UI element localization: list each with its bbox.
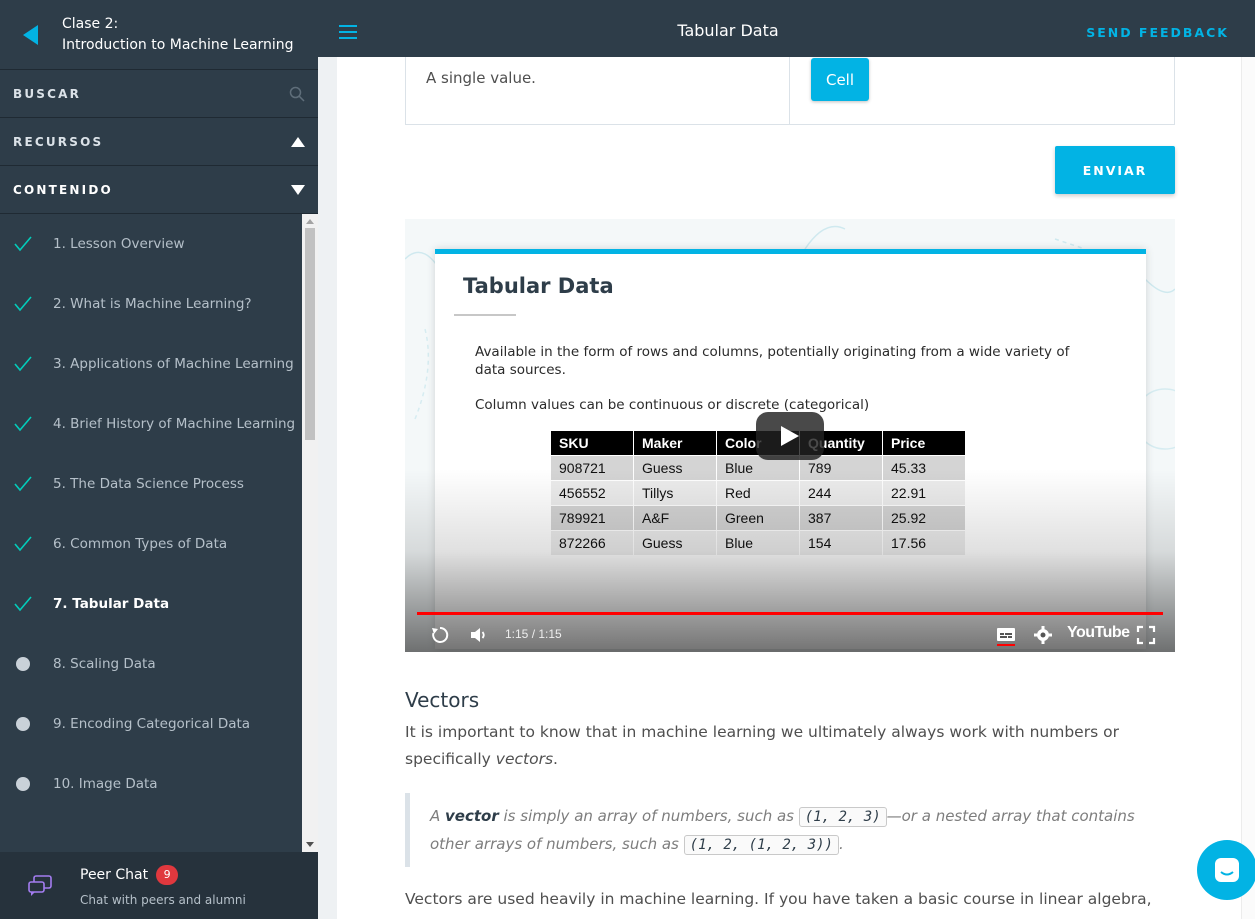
sidebar-scrollbar[interactable] bbox=[302, 214, 318, 852]
sidebar-item-label: 1. Lesson Overview bbox=[53, 236, 185, 252]
sidebar-item-label: 4. Brief History of Machine Learning bbox=[53, 416, 296, 432]
table-header-cell: SKU bbox=[550, 430, 634, 456]
progress-bar[interactable] bbox=[417, 612, 1163, 615]
sidebar-item-label: 3. Applications of Machine Learning bbox=[53, 356, 294, 372]
check-icon bbox=[14, 535, 32, 553]
search-icon[interactable] bbox=[289, 86, 305, 102]
check-icon bbox=[14, 235, 32, 253]
slide-divider bbox=[454, 314, 516, 316]
quiz-table: A single value. Cell bbox=[405, 57, 1175, 125]
captions-icon[interactable] bbox=[996, 625, 1016, 651]
sidebar-item[interactable]: 9. Encoding Categorical Data bbox=[0, 694, 302, 754]
scroll-thumb[interactable] bbox=[305, 228, 315, 440]
caret-down-icon bbox=[291, 184, 305, 195]
sidebar-item[interactable]: 5. The Data Science Process bbox=[0, 454, 302, 514]
slide-title: Tabular Data bbox=[463, 274, 614, 298]
sidebar: Clase 2: Introduction to Machine Learnin… bbox=[0, 0, 318, 919]
course-title: Clase 2: Introduction to Machine Learnin… bbox=[62, 14, 294, 56]
pending-dot-icon bbox=[14, 715, 32, 733]
quote-code-1: (1, 2, 3) bbox=[798, 807, 887, 827]
intercom-chat-button[interactable] bbox=[1197, 840, 1255, 900]
quote-strong: vector bbox=[445, 807, 499, 825]
blockquote: A vector is simply an array of numbers, … bbox=[405, 793, 1175, 867]
back-arrow-icon[interactable] bbox=[0, 0, 62, 70]
settings-gear-icon[interactable] bbox=[1033, 625, 1053, 649]
check-icon bbox=[14, 475, 32, 493]
paragraph-2: Vectors are used heavily in machine lear… bbox=[405, 890, 1152, 919]
play-icon bbox=[781, 426, 799, 446]
sidebar-item[interactable]: 8. Scaling Data bbox=[0, 634, 302, 694]
peer-chat-title: Peer Chat bbox=[80, 866, 149, 883]
section-heading: Vectors bbox=[405, 688, 480, 712]
check-icon bbox=[14, 415, 32, 433]
fullscreen-icon[interactable] bbox=[1136, 625, 1156, 649]
quote-code-2: (1, 2, (1, 2, 3)) bbox=[683, 835, 839, 855]
play-button[interactable] bbox=[756, 412, 824, 460]
resources-section[interactable]: RECURSOS bbox=[0, 118, 318, 166]
content-gutter bbox=[318, 57, 337, 919]
sidebar-item[interactable]: 1. Lesson Overview bbox=[0, 214, 302, 274]
sidebar-item-label: 6. Common Types of Data bbox=[53, 536, 228, 552]
sidebar-item-label: 8. Scaling Data bbox=[53, 656, 156, 672]
pending-dot-icon bbox=[14, 655, 32, 673]
quote-text-b: is simply an array of numbers, such as bbox=[498, 807, 799, 825]
notification-badge: 9 bbox=[156, 864, 179, 885]
peer-chat[interactable]: Peer Chat 9 Chat with peers and alumni bbox=[0, 852, 318, 919]
paragraph-1-emphasis: vectors bbox=[495, 750, 554, 768]
sidebar-item-label: 9. Encoding Categorical Data bbox=[53, 716, 251, 732]
time-display: 1:15 / 1:15 bbox=[505, 627, 562, 641]
volume-icon[interactable] bbox=[469, 625, 489, 649]
table-header-cell: Price bbox=[882, 430, 966, 456]
youtube-logo[interactable]: YouTube bbox=[1067, 624, 1130, 642]
top-bar: Tabular Data SEND FEEDBACK bbox=[318, 0, 1255, 57]
paragraph-1: It is important to know that in machine … bbox=[405, 719, 1180, 773]
sidebar-item[interactable]: 10. Image Data bbox=[0, 754, 302, 814]
quote-text-d: . bbox=[838, 835, 844, 853]
sidebar-item[interactable]: 6. Common Types of Data bbox=[0, 514, 302, 574]
main-content: A single value. Cell ENVIAR Tabular Data… bbox=[318, 57, 1255, 919]
search-label: BUSCAR bbox=[13, 86, 82, 101]
course-line2: Introduction to Machine Learning bbox=[62, 36, 294, 53]
search-section[interactable]: BUSCAR bbox=[0, 70, 318, 118]
replay-icon[interactable] bbox=[430, 625, 450, 649]
course-header: Clase 2: Introduction to Machine Learnin… bbox=[0, 0, 318, 70]
sidebar-item[interactable]: 2. What is Machine Learning? bbox=[0, 274, 302, 334]
scroll-down-arrow-icon[interactable] bbox=[306, 842, 314, 847]
quiz-definition: A single value. bbox=[406, 57, 790, 124]
quote-text-a: A bbox=[430, 807, 446, 825]
video-controls: 1:15 / 1:15 YouTube bbox=[405, 619, 1175, 652]
check-icon bbox=[14, 295, 32, 313]
sidebar-item-label: 7. Tabular Data bbox=[53, 596, 170, 612]
table-header-cell: Maker bbox=[633, 430, 717, 456]
content-label: CONTENIDO bbox=[13, 182, 113, 197]
sidebar-item[interactable]: 3. Applications of Machine Learning bbox=[0, 334, 302, 394]
slide-text-1: Available in the form of rows and column… bbox=[475, 344, 1070, 378]
pending-dot-icon bbox=[14, 775, 32, 793]
quiz-answer-cell: Cell bbox=[790, 57, 1174, 124]
sidebar-item[interactable]: 4. Brief History of Machine Learning bbox=[0, 394, 302, 454]
course-line1: Clase 2: bbox=[62, 15, 119, 32]
sidebar-item-label: 2. What is Machine Learning? bbox=[53, 296, 252, 312]
peer-chat-subtitle: Chat with peers and alumni bbox=[80, 892, 246, 907]
submit-button[interactable]: ENVIAR bbox=[1055, 146, 1175, 194]
check-icon bbox=[14, 355, 32, 373]
scroll-up-arrow-icon[interactable] bbox=[306, 219, 314, 224]
sidebar-item[interactable]: 7. Tabular Data bbox=[0, 574, 302, 634]
chat-bubbles-icon bbox=[0, 874, 80, 897]
lesson-list: 1. Lesson Overview 2. What is Machine Lea… bbox=[0, 214, 302, 852]
content-section[interactable]: CONTENIDO bbox=[0, 166, 318, 214]
sidebar-item-label: 10. Image Data bbox=[53, 776, 158, 792]
video-player[interactable]: Tabular Data Available in the form of ro… bbox=[405, 219, 1175, 652]
paragraph-1-end: . bbox=[553, 750, 558, 768]
send-feedback-link[interactable]: SEND FEEDBACK bbox=[1086, 25, 1229, 40]
caret-up-icon bbox=[291, 136, 305, 147]
page-scrollbar[interactable] bbox=[1241, 57, 1255, 919]
answer-chip[interactable]: Cell bbox=[811, 58, 869, 101]
sidebar-item-label: 5. The Data Science Process bbox=[53, 476, 244, 492]
chat-icon bbox=[1215, 858, 1239, 882]
slide-text-2: Column values can be continuous or discr… bbox=[475, 397, 870, 413]
page-title: Tabular Data bbox=[677, 21, 779, 40]
check-icon bbox=[14, 595, 32, 613]
resources-label: RECURSOS bbox=[13, 134, 104, 149]
